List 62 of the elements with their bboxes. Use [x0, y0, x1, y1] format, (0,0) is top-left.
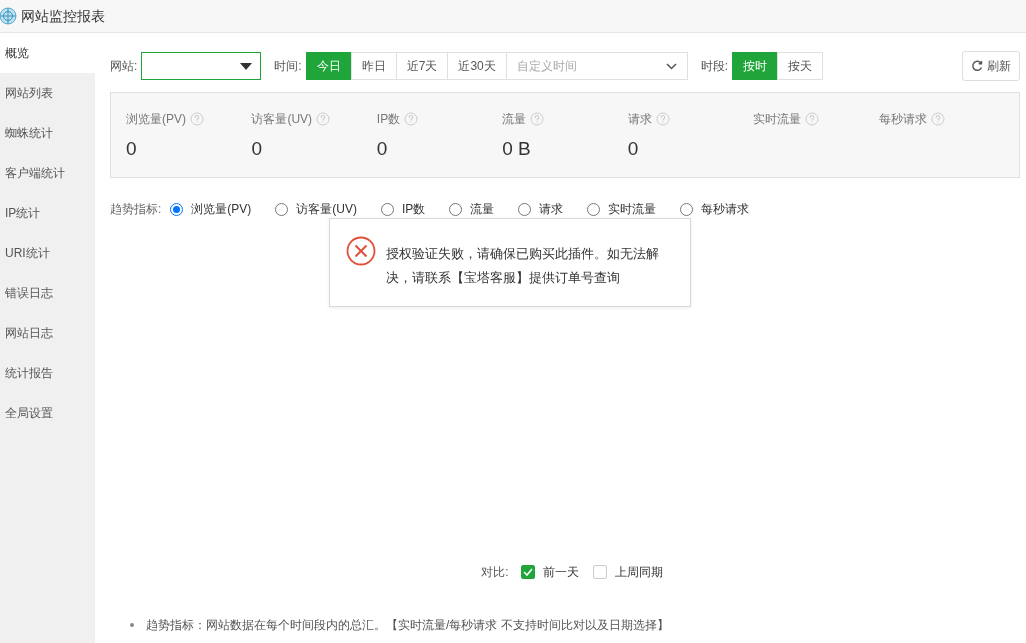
- help-icon: [190, 112, 204, 126]
- time-option[interactable]: 近30天: [447, 52, 507, 80]
- help-icon: [930, 112, 945, 126]
- stat-label: IP数: [376, 111, 401, 128]
- stat-label: 流量: [502, 111, 527, 128]
- sidebar-item[interactable]: 概览: [0, 33, 95, 73]
- stat-value: 0: [126, 137, 137, 161]
- help-icon: [655, 112, 670, 126]
- trend-label: 趋势指标:: [110, 201, 162, 218]
- period-option[interactable]: 按天: [777, 52, 824, 80]
- compare-label: 对比:: [481, 564, 509, 581]
- stat-label: 访客量(UV): [251, 111, 313, 128]
- refresh-icon: [971, 60, 983, 72]
- custom-time-field[interactable]: 自定义时间: [505, 52, 688, 80]
- chevron-icon: [665, 62, 677, 70]
- sidebar-item[interactable]: 网站日志: [0, 313, 95, 353]
- stat-label: 请求: [627, 111, 652, 128]
- sidebar-item[interactable]: 网站列表: [0, 73, 95, 113]
- help-icon: [530, 112, 545, 126]
- stat-value: 0: [251, 137, 262, 161]
- target-icon: [0, 7, 17, 25]
- help-icon: [404, 112, 419, 126]
- checkbox[interactable]: [592, 565, 607, 579]
- checkbox[interactable]: [520, 565, 535, 579]
- refresh-button[interactable]: 刷新: [962, 51, 1020, 81]
- site-select[interactable]: [141, 52, 262, 80]
- radio-label: IP数: [402, 201, 426, 218]
- sidebar-item[interactable]: URI统计: [0, 233, 95, 273]
- help-icon: [805, 112, 820, 126]
- note-text: 趋势指标：网站数据在每个时间段内的总汇。【实时流量/每秒请求 不支持时间比对以及日期选择】: [146, 617, 669, 634]
- sidebar-item[interactable]: 统计报告: [0, 353, 95, 393]
- radio-label: 访客量(UV): [296, 201, 357, 218]
- sidebar-item[interactable]: 错误日志: [0, 273, 95, 313]
- radio-label: 每秒请求: [701, 201, 750, 218]
- sidebar-item[interactable]: 全局设置: [0, 393, 95, 433]
- time-label: 时间:: [274, 58, 302, 75]
- sidebar-item[interactable]: 蜘蛛统计: [0, 113, 95, 153]
- radio-label: 请求: [539, 201, 564, 218]
- error-icon: [346, 236, 376, 266]
- radio-label: 流量: [470, 201, 495, 218]
- error-message: 授权验证失败，请确保已购买此插件。如无法解决，请联系【宝塔客服】提供订单号查询: [386, 245, 660, 287]
- custom-time-input[interactable]: 自定义时间: [516, 57, 637, 75]
- stat-value: 0: [627, 137, 639, 161]
- sidebar-item[interactable]: IP统计: [0, 193, 95, 233]
- period-label: 时段:: [700, 58, 729, 75]
- bullet-icon: [130, 623, 134, 627]
- stat-label: 浏览量(PV): [126, 111, 186, 128]
- checkbox-label: 上周同期: [614, 564, 663, 581]
- stat-value: 0 B: [502, 137, 531, 161]
- checkbox-label: 前一天: [542, 564, 579, 581]
- radio-label: 实时流量: [608, 201, 657, 218]
- window-title: 网站监控报表: [21, 6, 105, 26]
- stat-label: 每秒请求: [878, 111, 927, 128]
- stat-value: 0: [376, 137, 388, 161]
- site-label: 网站:: [110, 58, 138, 75]
- time-option[interactable]: 近7天: [395, 52, 449, 80]
- time-option[interactable]: 昨日: [350, 52, 397, 80]
- caret-icon: [240, 62, 253, 70]
- stat-label: 实时流量: [753, 111, 802, 128]
- radio-label: 浏览量(PV): [191, 201, 252, 218]
- help-icon: [316, 112, 331, 126]
- sidebar-item[interactable]: 客户端统计: [0, 153, 95, 193]
